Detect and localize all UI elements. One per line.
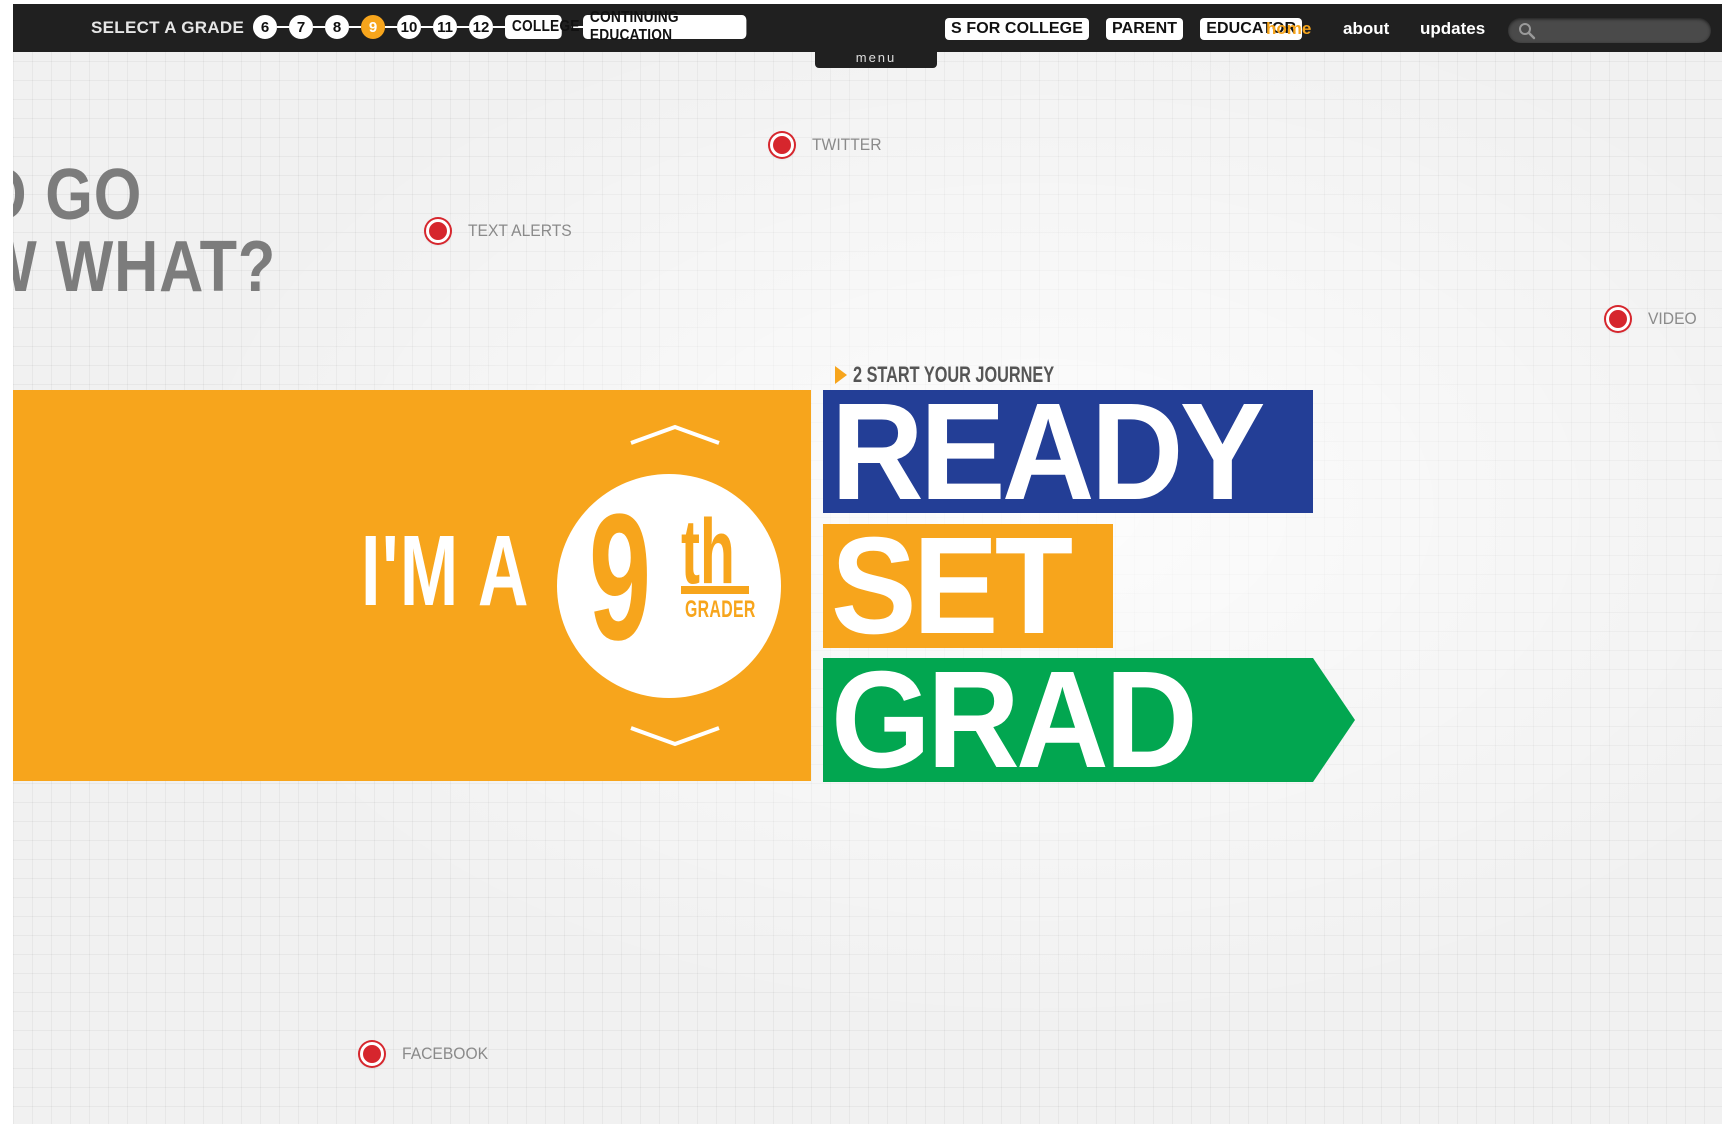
page: SELECT A GRADE 6 7 8 9 10 11 12 COLLEGE … — [13, 4, 1722, 1124]
ready-word: READY — [831, 375, 1265, 529]
hero-headline: O GO W WHAT? — [13, 159, 276, 303]
set-block: SET — [823, 509, 1113, 663]
continuing-education-button[interactable]: CONTINUING EDUCATION — [583, 9, 747, 44]
college-button[interactable]: COLLEGE — [505, 15, 579, 39]
grade-divider — [681, 586, 749, 594]
twitter-label: TWITTER — [812, 135, 882, 154]
select-grade-label: SELECT A GRADE — [91, 18, 245, 37]
search-input[interactable] — [1540, 20, 1704, 42]
headline-line-2: W WHAT? — [13, 227, 277, 307]
audience-links: S FOR COLLEGE PARENT EDUCATOR — [945, 18, 1303, 40]
nav-updates-link[interactable]: updates — [1420, 19, 1485, 39]
nav-home-link[interactable]: home — [1266, 19, 1311, 39]
grade-11-button[interactable]: 11 — [433, 15, 457, 39]
grade-12-button[interactable]: 12 — [469, 15, 493, 39]
chevron-down-icon[interactable] — [627, 726, 723, 748]
top-nav-bar: SELECT A GRADE 6 7 8 9 10 11 12 COLLEGE … — [13, 4, 1722, 52]
nav-about-link[interactable]: about — [1343, 19, 1389, 39]
ready-block: READY — [823, 375, 1313, 529]
grade-connector — [385, 26, 397, 28]
grad-word: GRAD — [831, 643, 1198, 797]
grade-9-button[interactable]: 9 — [361, 15, 385, 39]
im-a-label: I'M A — [361, 515, 530, 627]
grade-badge: 9 th GRADER — [557, 474, 781, 698]
twitter-dot-icon — [770, 133, 794, 157]
parent-button[interactable]: PARENT — [1105, 18, 1184, 40]
video-dot-icon — [1606, 307, 1630, 331]
continuing-slot: CONTINUING EDUCATION — [583, 9, 773, 44]
set-word: SET — [831, 509, 1073, 663]
grade-selector: 6 7 8 9 10 11 12 COLLEGE CONTINUING EDUC… — [253, 9, 773, 44]
text-alerts-link[interactable]: TEXT ALERTS — [426, 219, 581, 243]
grade-connector — [349, 26, 361, 28]
grader-label: GRADER — [685, 596, 756, 623]
facebook-dot-icon — [360, 1042, 384, 1066]
grade-6-button[interactable]: 6 — [253, 15, 277, 39]
menu-toggle-tab[interactable]: menu — [815, 50, 937, 68]
grade-connector — [493, 26, 505, 28]
grade-number: 9 — [589, 477, 652, 678]
grade-10-button[interactable]: 10 — [397, 15, 421, 39]
grade-connector — [277, 26, 289, 28]
facebook-label: FACEBOOK — [402, 1044, 489, 1063]
grade-connector — [313, 26, 325, 28]
grad-block: GRAD — [823, 643, 1355, 797]
grade-7-button[interactable]: 7 — [289, 15, 313, 39]
grade-8-button[interactable]: 8 — [325, 15, 349, 39]
headline-line-1: O GO — [13, 155, 143, 235]
search-box — [1508, 18, 1711, 43]
students-for-college-button[interactable]: S FOR COLLEGE — [945, 18, 1089, 40]
college-slot: COLLEGE — [505, 15, 579, 39]
text-alerts-dot-icon — [426, 219, 450, 243]
grade-ordinal-suffix: th — [681, 501, 735, 603]
grade-connector — [421, 26, 433, 28]
text-alerts-label: TEXT ALERTS — [468, 221, 572, 240]
video-label: VIDEO — [1648, 309, 1697, 328]
chevron-up-icon[interactable] — [627, 423, 723, 445]
facebook-link[interactable]: FACEBOOK — [360, 1042, 496, 1066]
video-link[interactable]: VIDEO — [1606, 307, 1701, 331]
grade-panel: I'M A 9 th GRADER — [13, 390, 811, 781]
twitter-link[interactable]: TWITTER — [770, 133, 888, 157]
search-icon[interactable] — [1518, 22, 1536, 40]
grade-connector — [457, 26, 469, 28]
